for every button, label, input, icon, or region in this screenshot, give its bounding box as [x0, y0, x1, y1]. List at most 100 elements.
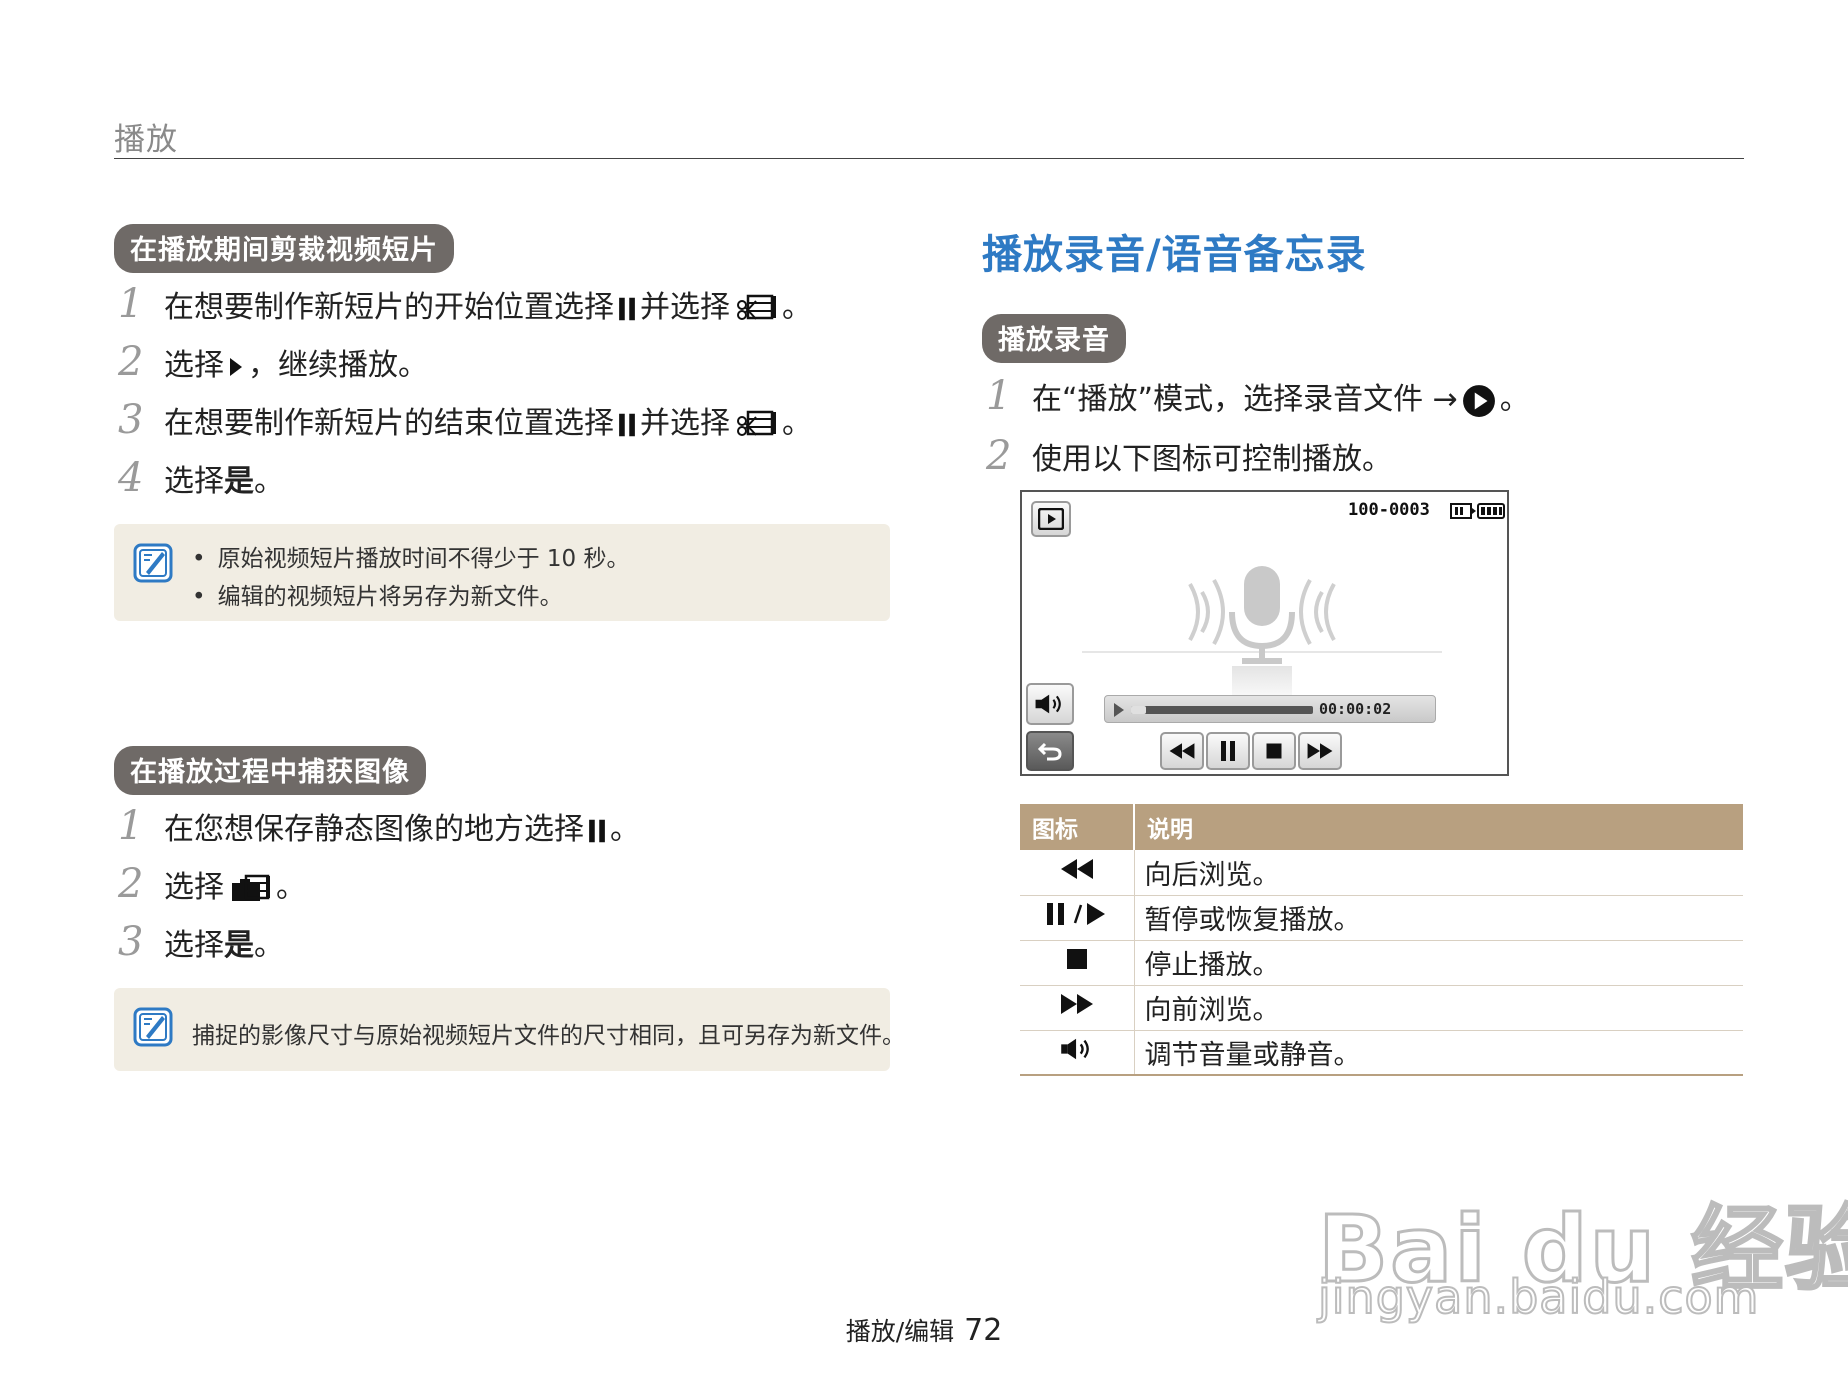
- note-item: 原始视频短片播放时间不得少于 10 秒。: [192, 540, 630, 578]
- back-button[interactable]: [1026, 731, 1074, 771]
- table-row: 暂停或恢复播放。: [1020, 895, 1743, 941]
- progress-fill: [1131, 706, 1146, 714]
- page-header: 播放: [114, 114, 1744, 159]
- trim-step-1: 1 在想要制作新短片的开始位置选择 并选择 。: [118, 280, 812, 328]
- step-number: 1: [118, 281, 144, 327]
- playback-step-2: 2 使用以下图标可控制播放。: [986, 432, 1530, 480]
- step-text-end: 。: [276, 870, 306, 905]
- table-row: 向后浏览。: [1020, 850, 1743, 896]
- table-icon-cell: [1020, 940, 1135, 986]
- step-text: 选择是。: [164, 920, 284, 964]
- step-number: 3: [118, 919, 144, 965]
- step-text: 在想要制作新短片的结束位置选择 并选择 。: [164, 398, 812, 442]
- table-row: 向前浏览。: [1020, 985, 1743, 1031]
- step-text-a: 在“播放”模式，选择录音文件 →: [1032, 382, 1458, 417]
- progress-play-icon: [1114, 703, 1124, 717]
- stop-button[interactable]: [1252, 732, 1296, 770]
- step-text-end: 。: [782, 290, 812, 325]
- playback-step-1: 1 在“播放”模式，选择录音文件 → 。: [986, 372, 1530, 420]
- icon-table: 图标 说明 向后浏览。 暂停或恢复播放。 停止播放。 向前浏览。 调节音量或静音…: [1020, 804, 1743, 1076]
- pause-button[interactable]: [1206, 732, 1250, 770]
- progress-track[interactable]: [1131, 706, 1313, 714]
- capture-icon: [228, 873, 272, 905]
- step-text: 在想要制作新短片的开始位置选择 并选择 。: [164, 282, 812, 326]
- step-text-bold: 是: [224, 928, 254, 963]
- page-footer: 播放/编辑 72: [0, 1312, 1848, 1348]
- rewind-icon: [1168, 741, 1196, 761]
- pause-icon: [588, 817, 606, 845]
- table-desc-cell: 暂停或恢复播放。: [1134, 895, 1743, 941]
- step-text-b: 并选择: [640, 406, 730, 441]
- table-icon-cell: [1020, 895, 1135, 941]
- step-text-a: 在想要制作新短片的开始位置选择: [164, 290, 614, 325]
- pause-icon: [618, 411, 636, 439]
- volume-icon: [1033, 692, 1067, 716]
- playback-mode-button[interactable]: [1031, 501, 1071, 537]
- playback-heading-pill: 播放录音: [982, 314, 1126, 363]
- capture-section-heading: 在播放过程中捕获图像: [114, 746, 426, 795]
- step-text: 选择是。: [164, 456, 284, 500]
- note-item: 编辑的视频短片将另存为新文件。: [192, 578, 629, 616]
- step-text: 在您想保存静态图像的地方选择。: [164, 804, 640, 848]
- rewind-button[interactable]: [1160, 732, 1204, 770]
- footer-label: 播放/编辑: [845, 1317, 955, 1346]
- note-text: 捕捉的影像尺寸与原始视频短片文件的尺寸相同，且可另存为新文件。: [192, 1023, 905, 1049]
- back-arrow-icon: [1037, 742, 1062, 761]
- camera-screen: 100-0003 00:00:02: [1020, 490, 1509, 776]
- capture-step-3: 3 选择是。: [118, 918, 640, 966]
- pause-icon: [1219, 739, 1237, 763]
- trim-icon: [734, 409, 778, 441]
- trim-section-heading: 在播放期间剪裁视频短片: [114, 224, 454, 273]
- step-number: 1: [986, 373, 1012, 419]
- step-text-a: 在您想保存静态图像的地方选择: [164, 812, 584, 847]
- table-desc-cell: 停止播放。: [1134, 940, 1743, 986]
- rewind-icon: [1059, 857, 1095, 881]
- trim-note: 原始视频短片播放时间不得少于 10 秒。 编辑的视频短片将另存为新文件。: [114, 524, 890, 621]
- microphone-illustration: [1082, 566, 1442, 706]
- step-number: 2: [118, 339, 144, 385]
- note-icon: [132, 1006, 174, 1048]
- capture-note: 捕捉的影像尺寸与原始视频短片文件的尺寸相同，且可另存为新文件。: [114, 988, 905, 1071]
- step-text-b: ，继续播放。: [248, 348, 428, 383]
- table-header-row: 图标 说明: [1020, 804, 1743, 850]
- pause-play-icon: [1046, 903, 1105, 925]
- fast-forward-icon: [1306, 741, 1334, 761]
- elapsed-time: 00:00:02: [1319, 700, 1392, 718]
- step-number: 1: [118, 803, 144, 849]
- file-number: 100-0003: [1348, 500, 1430, 520]
- fast-forward-button[interactable]: [1298, 732, 1342, 770]
- step-number: 3: [118, 397, 144, 443]
- step-number: 4: [118, 455, 144, 501]
- stop-icon: [1265, 742, 1283, 760]
- playback-heading: 播放录音: [982, 314, 1126, 363]
- play-icon: [228, 354, 244, 380]
- table-header-icon: 图标: [1020, 804, 1135, 850]
- step-text: 在“播放”模式，选择录音文件 → 。: [1032, 374, 1530, 418]
- step-text-end: 。: [1499, 382, 1530, 417]
- table-icon-cell: [1020, 985, 1135, 1031]
- capture-step-1: 1 在您想保存静态图像的地方选择。: [118, 802, 640, 850]
- volume-button[interactable]: [1026, 683, 1074, 725]
- table-desc-cell: 调节音量或静音。: [1134, 1030, 1743, 1076]
- volume-icon: [1058, 1036, 1096, 1062]
- trim-heading-pill: 在播放期间剪裁视频短片: [114, 224, 454, 273]
- capture-step-2: 2 选择 。: [118, 860, 640, 908]
- step-text-end: 。: [782, 406, 812, 441]
- step-number: 2: [986, 433, 1012, 479]
- stop-icon: [1065, 947, 1089, 971]
- play-circle-icon: [1462, 384, 1496, 418]
- table-icon-cell: [1020, 1030, 1135, 1076]
- step-text-end: 。: [254, 928, 284, 963]
- table-row: 停止播放。: [1020, 940, 1743, 986]
- section-title-voice: 播放录音/语音备忘录: [982, 232, 1367, 278]
- step-text: 选择 ，继续播放。: [164, 340, 428, 384]
- playback-steps: 1 在“播放”模式，选择录音文件 → 。 2 使用以下图标可控制播放。: [986, 372, 1530, 480]
- table-icon-cell: [1020, 850, 1135, 896]
- trim-steps: 1 在想要制作新短片的开始位置选择 并选择。 2 选择 ，继续播放。 3 在想要制作…: [118, 280, 812, 502]
- icon-table-wrapper: 图标 说明 向后浏览。 暂停或恢复播放。 停止播放。 向前浏览。 调节音量或静音…: [1020, 804, 1743, 1076]
- playback-mode-icon: [1038, 508, 1064, 530]
- table-header-desc: 说明: [1134, 804, 1743, 850]
- step-text-b: 并选择: [640, 290, 730, 325]
- step-text-a: 选择: [164, 870, 224, 905]
- step-text-a: 在想要制作新短片的结束位置选择: [164, 406, 614, 441]
